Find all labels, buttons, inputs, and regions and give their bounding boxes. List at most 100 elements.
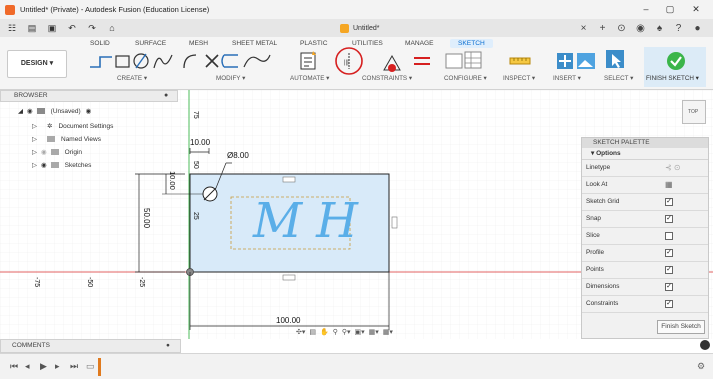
constraints-tools-icons[interactable]: |||	[334, 46, 436, 76]
select-icon[interactable]	[604, 48, 626, 74]
select-group-label[interactable]: SELECT ▾	[604, 75, 633, 82]
tab-plastic[interactable]: PLASTIC	[300, 40, 327, 47]
dimension-diameter[interactable]: Ø8.00	[227, 151, 249, 160]
configure-group-label[interactable]: CONFIGURE ▾	[444, 75, 487, 82]
pan-icon[interactable]: ✋	[320, 328, 329, 336]
tab-sheet-metal[interactable]: SHEET METAL	[232, 40, 277, 47]
visibility-eye-icon[interactable]: ◉	[27, 107, 33, 115]
zoom-icon[interactable]: ⚲	[333, 328, 338, 336]
display-settings-icon[interactable]: ▣▾	[355, 328, 365, 336]
look-at-icon[interactable]: ▦	[665, 180, 673, 189]
tab-mesh[interactable]: MESH	[189, 40, 208, 47]
expand-icon[interactable]: ▷	[32, 122, 37, 130]
constraints-checkbox[interactable]: ✓	[665, 300, 673, 308]
notifications-icon[interactable]: ♠	[650, 23, 669, 34]
active-radio-icon[interactable]: ◉	[86, 107, 92, 115]
browser-panel-header[interactable]: BROWSER ●	[0, 90, 178, 102]
expand-icon[interactable]: ▷	[32, 148, 37, 156]
maximize-button[interactable]: ▢	[658, 0, 682, 19]
undo-icon[interactable]: ↶	[64, 21, 80, 35]
palette-finish-sketch-button[interactable]: Finish Sketch	[657, 320, 705, 334]
browser-item-document-settings[interactable]: ▷ ✲ Document Settings	[32, 122, 114, 131]
tab-solid[interactable]: SOLID	[90, 40, 110, 47]
home-icon[interactable]: ⌂	[104, 21, 120, 35]
timeline-settings-gear-icon[interactable]: ⚙	[697, 361, 705, 372]
points-checkbox[interactable]: ✓	[665, 266, 673, 274]
visibility-eye-icon[interactable]: ◉	[41, 161, 47, 169]
dimension-offset-x[interactable]: 10.00	[190, 138, 210, 147]
expand-icon[interactable]: ▷	[32, 135, 37, 143]
browser-item-sketches[interactable]: ▷ ◉ Sketches	[32, 161, 91, 170]
new-tab-icon[interactable]: +	[593, 23, 612, 34]
browser-pin-icon[interactable]: ●	[164, 91, 168, 101]
chat-icon[interactable]	[700, 340, 710, 350]
viewcube[interactable]: TOP	[682, 100, 706, 124]
close-tab-icon[interactable]: ×	[574, 23, 593, 34]
configure-icons[interactable]	[444, 49, 484, 73]
dimension-offset-y[interactable]: 10.00	[168, 171, 177, 190]
grid-settings-icon[interactable]: ▦▾	[369, 328, 379, 336]
redo-icon[interactable]: ↷	[84, 21, 100, 35]
browser-item-origin[interactable]: ▷ ◉ Origin	[32, 148, 82, 157]
automate-icon[interactable]	[297, 49, 321, 73]
snap-checkbox[interactable]: ✓	[665, 215, 673, 223]
dimension-height[interactable]: 50.00	[142, 208, 151, 228]
comments-panel-header[interactable]: COMMENTS ●	[0, 339, 181, 353]
look-at-icon[interactable]: ▤	[309, 328, 316, 336]
automate-group-label[interactable]: AUTOMATE ▾	[290, 75, 329, 82]
browser-item-label: Document Settings	[58, 122, 114, 130]
line-tool-icon	[90, 56, 112, 68]
constraints-group-label[interactable]: CONSTRAINTS ▾	[362, 75, 412, 82]
data-panel-grid-icon[interactable]: ☷	[4, 21, 20, 35]
options-section-header[interactable]: ▾ Options	[582, 148, 708, 160]
timeline-next-icon[interactable]: ▸	[55, 361, 60, 372]
insert-group-label[interactable]: INSERT ▾	[553, 75, 581, 82]
visibility-eye-icon[interactable]: ◉	[41, 148, 47, 156]
user-avatar[interactable]: ●	[688, 23, 707, 34]
tab-surface[interactable]: SURFACE	[135, 40, 166, 47]
help-icon[interactable]: ?	[669, 23, 688, 34]
comments-add-icon[interactable]: ●	[166, 340, 170, 352]
file-menu-icon[interactable]: ▤	[24, 21, 40, 35]
document-tab[interactable]: Untitled*	[340, 21, 379, 36]
browser-item-named-views[interactable]: ▷ Named Views	[32, 135, 101, 144]
dimensions-checkbox[interactable]: ✓	[665, 283, 673, 291]
sketch-grid-checkbox[interactable]: ✓	[665, 198, 673, 206]
create-tools-icons[interactable]	[86, 51, 174, 71]
timeline-play-icon[interactable]: ▶	[40, 361, 47, 372]
sketch-palette-header[interactable]: SKETCH PALETTE	[582, 138, 708, 148]
timeline-last-icon[interactable]: ⏭	[70, 361, 78, 372]
sketch-text-mh[interactable]: MH	[253, 195, 372, 247]
viewports-icon[interactable]: ▦▾	[383, 328, 393, 336]
inspect-group-label[interactable]: INSPECT ▾	[503, 75, 535, 82]
job-status-icon[interactable]: ◉	[631, 23, 650, 34]
timeline-marker[interactable]	[98, 358, 101, 376]
modify-group-label[interactable]: MODIFY ▾	[216, 75, 245, 82]
workspace-switcher[interactable]: DESIGN ▾	[7, 50, 67, 78]
insert-icons[interactable]	[555, 49, 599, 73]
create-group-label[interactable]: CREATE ▾	[117, 75, 147, 82]
orbit-icon[interactable]: ✣▾	[296, 328, 305, 336]
browser-root-item[interactable]: ◢ ◉ (Unsaved) ◉	[18, 107, 92, 116]
dimension-width[interactable]: 100.00	[276, 316, 300, 325]
expand-icon[interactable]: ▷	[32, 161, 37, 169]
sketch-canvas[interactable]: MH 10.00 Ø8.00 100.00 50.00 10.00 75 50 …	[0, 90, 713, 339]
minimize-button[interactable]: –	[634, 0, 658, 19]
profile-checkbox[interactable]: ✓	[665, 249, 673, 257]
tab-sketch[interactable]: SKETCH	[450, 39, 493, 48]
linetype-icon[interactable]: ⊰ ⊙	[665, 163, 681, 172]
finish-sketch-button[interactable]: FINISH SKETCH ▾	[644, 47, 706, 87]
close-button[interactable]: ✕	[684, 0, 708, 19]
save-icon[interactable]: ▣	[44, 21, 60, 35]
sketch-feature-icon[interactable]: ▭	[86, 361, 95, 372]
slice-checkbox[interactable]	[665, 232, 673, 240]
timeline-prev-icon[interactable]: ◂	[25, 361, 30, 372]
palette-row-label: Profile	[586, 249, 605, 256]
extensions-icon[interactable]: ⊙	[612, 23, 631, 34]
equal-constraint-icon	[414, 57, 430, 65]
timeline-first-icon[interactable]: ⏮	[10, 361, 18, 372]
expand-icon[interactable]: ◢	[18, 107, 23, 115]
measure-icon[interactable]	[508, 51, 532, 71]
zoom-window-icon[interactable]: ⚲▾	[342, 328, 351, 336]
modify-tools-icons[interactable]	[180, 51, 280, 71]
